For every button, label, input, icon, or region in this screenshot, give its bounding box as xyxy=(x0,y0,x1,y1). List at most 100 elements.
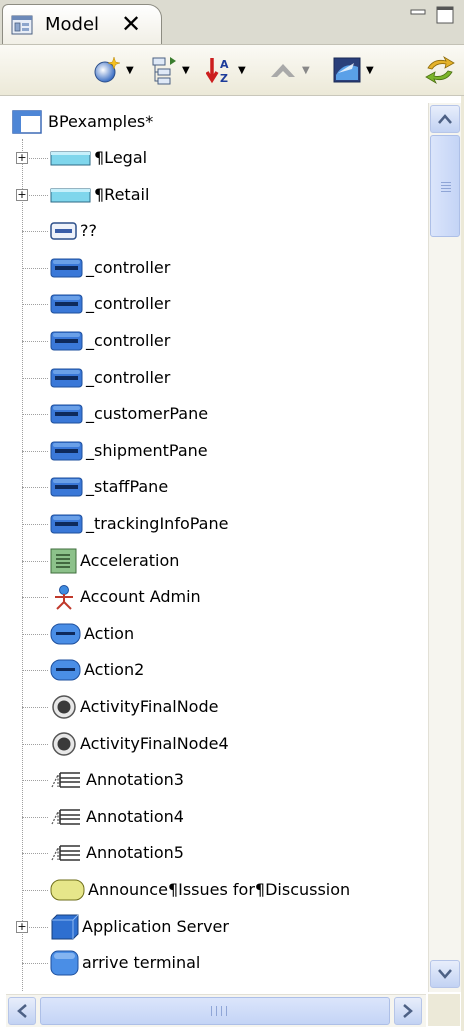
tree-item[interactable]: _shipmentPane xyxy=(6,433,426,470)
up-arrow-icon xyxy=(271,64,295,77)
state-icon xyxy=(50,950,80,976)
tree-connector xyxy=(22,597,48,599)
tree-item[interactable]: Acceleration xyxy=(6,543,426,580)
tree-item-label: Annotation4 xyxy=(86,806,184,826)
chevron-down-icon[interactable]: ▼ xyxy=(366,65,374,76)
tree-connector xyxy=(22,450,48,452)
layout-button[interactable]: ▼ xyxy=(150,55,190,85)
sort-az-icon: A Z xyxy=(206,58,229,85)
tree-item-label: ?? xyxy=(80,221,97,241)
tree-connector xyxy=(22,743,48,745)
tree-item[interactable]: + ¶Legal xyxy=(6,140,426,177)
tree-root[interactable]: BPexamples* xyxy=(6,103,153,140)
class-icon xyxy=(50,438,84,464)
class-icon xyxy=(50,401,84,427)
view-toolbar: ▼ ▼ A Z ▼ ▼ ▼ xyxy=(0,45,464,96)
tab-model[interactable]: Model ✕ xyxy=(2,4,162,44)
tree-item[interactable]: + ¶Retail xyxy=(6,177,426,214)
sync-button[interactable] xyxy=(424,55,456,85)
tree-item[interactable]: _controller xyxy=(6,323,426,360)
scroll-left-button[interactable] xyxy=(8,997,36,1025)
note-icon xyxy=(50,877,86,903)
tree-item-label: arrive terminal xyxy=(82,953,201,973)
tree-item-label: ¶Legal xyxy=(94,148,148,167)
class-icon xyxy=(50,291,84,317)
scroll-right-button[interactable] xyxy=(394,997,422,1025)
tree-item[interactable]: Action xyxy=(6,616,426,653)
tree-item[interactable]: «»block xyxy=(6,982,426,992)
action-icon xyxy=(50,657,82,683)
chevron-right-icon xyxy=(403,1004,413,1018)
class-icon xyxy=(50,255,84,281)
tree-item[interactable]: Action2 xyxy=(6,652,426,689)
horizontal-scroll-thumb[interactable] xyxy=(40,997,390,1025)
tree-connector xyxy=(22,780,48,782)
tree-item[interactable]: Annotation3 xyxy=(6,762,426,799)
tree-item-label: Action2 xyxy=(84,660,145,680)
tree-connector xyxy=(22,560,48,562)
maximize-icon[interactable] xyxy=(436,6,454,24)
tab-title: Model xyxy=(45,14,100,35)
tree-item-label: _staffPane xyxy=(86,477,169,497)
navigate-up-button[interactable]: ▼ xyxy=(268,55,310,85)
project-icon xyxy=(12,109,42,134)
scroll-down-button[interactable] xyxy=(430,960,460,988)
svg-text:A: A xyxy=(220,58,229,71)
vertical-scroll-thumb[interactable] xyxy=(430,135,460,237)
tree-connector xyxy=(22,524,48,525)
tree-item[interactable]: _trackingInfoPane xyxy=(6,506,426,543)
close-icon[interactable]: ✕ xyxy=(121,10,141,38)
tree-item-label: _controller xyxy=(86,367,171,387)
annotation-icon xyxy=(50,767,84,793)
annotation-icon xyxy=(50,840,84,866)
class-icon xyxy=(50,474,84,500)
tree-item[interactable]: _controller xyxy=(6,360,426,397)
model-view-icon xyxy=(11,15,33,35)
filter-button[interactable]: ▼ xyxy=(332,55,374,85)
chevron-down-icon[interactable]: ▼ xyxy=(182,65,190,76)
tree-item[interactable]: + Application Server xyxy=(6,909,426,946)
tree-item[interactable]: ActivityFinalNode4 xyxy=(6,726,426,763)
tree-item[interactable]: arrive terminal xyxy=(6,945,426,982)
tree-item[interactable]: _staffPane xyxy=(6,469,426,506)
chevron-down-icon[interactable]: ▼ xyxy=(238,65,246,76)
tree-item[interactable]: _customerPane xyxy=(6,396,426,433)
tree-item[interactable]: Annotation5 xyxy=(6,835,426,872)
tree-connector xyxy=(22,670,48,672)
new-sparkle-icon xyxy=(94,56,121,83)
tree-item[interactable]: ActivityFinalNode xyxy=(6,689,426,726)
vertical-scrollbar[interactable] xyxy=(428,103,461,992)
chevron-down-icon[interactable]: ▼ xyxy=(302,65,310,76)
tree-item-label: Account Admin xyxy=(80,587,201,607)
new-element-button[interactable]: ▼ xyxy=(92,55,134,85)
chevron-down-icon[interactable]: ▼ xyxy=(126,65,134,76)
tree-connector xyxy=(22,304,48,306)
chevron-down-icon xyxy=(438,969,452,979)
minimize-icon[interactable] xyxy=(410,6,426,20)
tree-item-label: Annotation5 xyxy=(86,843,184,863)
tree-item-label: _controller xyxy=(86,257,171,277)
tree-item[interactable]: ?? xyxy=(6,213,426,250)
tree-connector xyxy=(22,267,48,269)
expand-icon[interactable]: + xyxy=(16,152,28,164)
tree-item[interactable]: Announce¶Issues for¶Discussion xyxy=(6,872,426,909)
tree-item[interactable]: Annotation4 xyxy=(6,799,426,836)
block-icon: «» xyxy=(50,987,84,992)
tree-item-label: _trackingInfoPane xyxy=(86,514,229,533)
tree-item-label: _customerPane xyxy=(86,404,209,424)
scroll-up-button[interactable] xyxy=(430,105,460,133)
model-tree[interactable]: BPexamples* + ¶Legal + ¶Retail?? _controller… xyxy=(6,103,426,992)
expand-icon[interactable]: + xyxy=(16,920,28,933)
sort-button[interactable]: A Z ▼ xyxy=(206,55,246,85)
tree-item-label: ActivityFinalNode4 xyxy=(80,733,229,753)
diagram-icon xyxy=(333,57,361,83)
view-tab-bar: Model ✕ xyxy=(0,0,464,45)
horizontal-scrollbar[interactable] xyxy=(6,994,426,1027)
class-icon xyxy=(50,365,84,391)
tree-item[interactable]: _controller xyxy=(6,250,426,287)
boundary-class-icon xyxy=(50,218,78,244)
tree-item[interactable]: _controller xyxy=(6,286,426,323)
scrollbar-corner xyxy=(428,994,460,1026)
tree-item[interactable]: Account Admin xyxy=(6,579,426,616)
expand-icon[interactable]: + xyxy=(16,188,28,201)
